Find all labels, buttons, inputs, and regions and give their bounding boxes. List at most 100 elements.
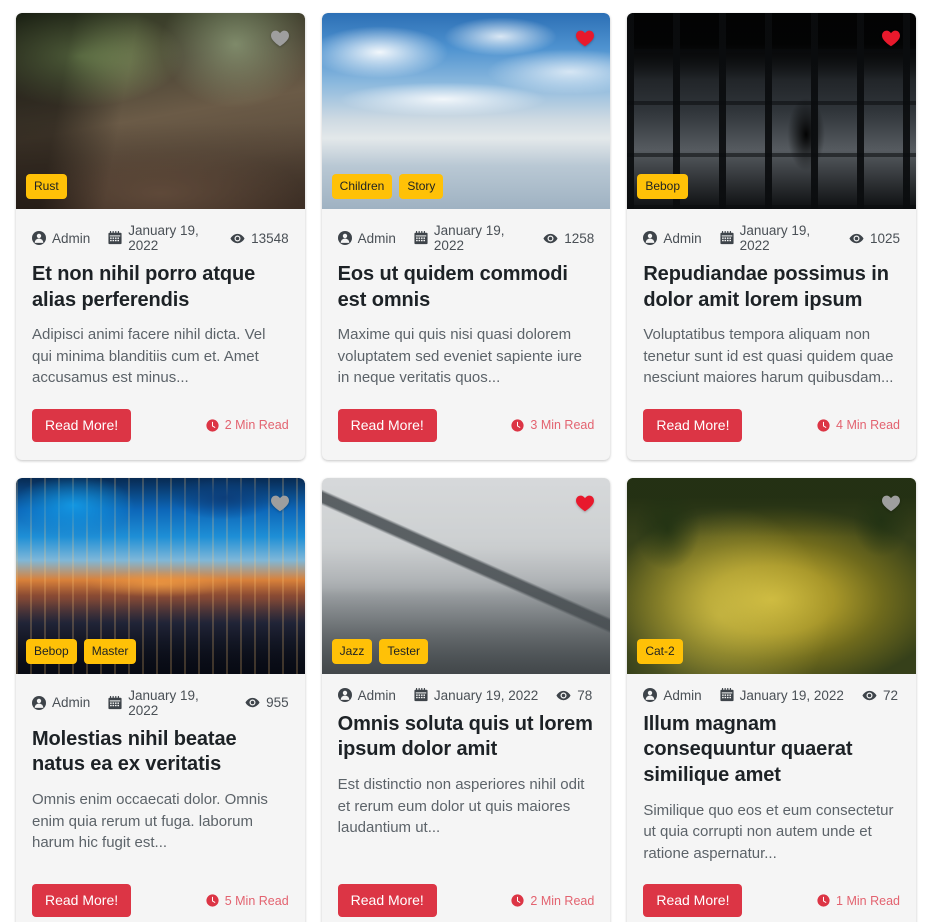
heart-icon[interactable] — [574, 27, 596, 49]
post-tag-list: Bebop Master — [26, 638, 137, 664]
calendar-icon — [720, 231, 734, 245]
post-tag[interactable]: Children — [331, 174, 393, 199]
post-read-time: 4 Min Read — [817, 418, 900, 432]
post-title[interactable]: Illum magnam consequuntur quaerat simili… — [643, 712, 900, 789]
post-footer: Read More! 2 Min Read — [322, 870, 611, 922]
read-more-button[interactable]: Read More! — [337, 408, 437, 442]
post-footer: Read More! 4 Min Read — [627, 395, 916, 460]
post-date-label: January 19, 2022 — [433, 687, 539, 703]
post-tag[interactable]: Story — [399, 174, 444, 199]
heart-icon[interactable] — [880, 27, 902, 49]
post-tag-list: Bebop — [637, 174, 689, 199]
post-views: 13548 — [230, 231, 289, 246]
heart-icon[interactable] — [269, 492, 291, 514]
post-date-label: January 19, 2022 — [739, 687, 844, 703]
post-excerpt: Maxime qui quis nisi quasi dolorem volup… — [337, 326, 582, 387]
post-footer: Read More! 3 Min Read — [322, 395, 611, 460]
post-meta: Admin January 19, 2022 72 — [643, 688, 900, 703]
post-date: January 19, 2022 — [414, 223, 525, 253]
post-body: Admin January 19, 2022 1258 Eos ut quide… — [322, 209, 611, 395]
calendar-icon — [108, 695, 122, 710]
post-thumbnail[interactable]: Cat-2 — [627, 477, 916, 674]
read-more-button[interactable]: Read More! — [32, 408, 132, 442]
post-title[interactable]: Molestias nihil beatae natus ea ex verit… — [32, 727, 289, 778]
post-card-3[interactable]: Bebop Admin January 19, 2022 1025 Repudi… — [627, 13, 916, 460]
post-footer: Read More! 2 Min Read — [16, 395, 305, 460]
read-more-button[interactable]: Read More! — [32, 883, 132, 918]
calendar-icon — [720, 688, 734, 702]
post-tag[interactable]: Bebop — [26, 638, 77, 664]
post-date-label: January 19, 2022 — [739, 223, 811, 253]
post-tag-list: Rust — [26, 174, 67, 199]
calendar-icon — [108, 231, 122, 245]
post-card-1[interactable]: Rust Admin January 19, 2022 13548 Et non… — [16, 13, 305, 460]
post-title[interactable]: Omnis soluta quis ut lorem ipsum dolor a… — [338, 712, 595, 763]
clock-icon — [206, 419, 219, 432]
post-meta: Admin January 19, 2022 1025 — [643, 223, 900, 253]
post-tag[interactable]: Cat-2 — [637, 638, 683, 664]
post-excerpt: Omnis enim occaecati dolor. Omnis enim q… — [32, 791, 268, 851]
post-read-time: 2 Min Read — [206, 418, 289, 432]
post-thumbnail[interactable]: Jazz Tester — [321, 477, 611, 674]
post-excerpt: Similique quo eos et eum consectetur ut … — [643, 801, 894, 862]
post-views-label: 78 — [577, 687, 593, 703]
heart-icon[interactable] — [269, 27, 291, 49]
clock-icon — [817, 894, 830, 907]
heart-icon[interactable] — [574, 492, 596, 514]
post-read-time-label: 3 Min Read — [530, 418, 595, 433]
post-card-4[interactable]: Bebop Master Admin January 19, 2022 955 M… — [16, 477, 305, 922]
post-title[interactable]: Et non nihil porro atque alias perferend… — [32, 262, 289, 313]
post-card-grid: Rust Admin January 19, 2022 13548 Et non… — [16, 13, 916, 922]
post-footer: Read More! 5 Min Read — [16, 870, 305, 922]
post-thumbnail[interactable]: Children Story — [321, 13, 611, 209]
user-circle-icon — [32, 231, 46, 245]
read-more-button[interactable]: Read More! — [643, 408, 743, 442]
eye-icon — [849, 231, 864, 246]
read-more-button[interactable]: Read More! — [337, 883, 437, 918]
post-thumbnail[interactable]: Bebop — [627, 13, 916, 209]
post-read-time: 5 Min Read — [206, 894, 289, 908]
post-body: Admin January 19, 2022 955 Molestias nih… — [16, 674, 305, 870]
post-date-label: January 19, 2022 — [433, 223, 505, 253]
post-read-time-label: 1 Min Read — [836, 893, 900, 908]
post-tag[interactable]: Jazz — [331, 638, 373, 664]
clock-icon — [511, 419, 524, 432]
post-meta: Admin January 19, 2022 1258 — [337, 223, 595, 253]
post-read-time-label: 5 Min Read — [224, 893, 289, 908]
post-author: Admin — [32, 695, 90, 710]
read-more-button[interactable]: Read More! — [643, 883, 743, 918]
post-author-label: Admin — [663, 687, 702, 703]
post-card-2[interactable]: Children Story Admin January 19, 2022 125… — [321, 13, 611, 460]
post-title[interactable]: Eos ut quidem commodi est omnis — [338, 262, 595, 313]
post-date-label: January 19, 2022 — [128, 687, 199, 718]
post-title[interactable]: Repudiandae possimus in dolor amit lorem… — [643, 262, 900, 313]
post-views: 72 — [862, 688, 898, 703]
post-read-time-label: 2 Min Read — [224, 418, 289, 433]
post-tag[interactable]: Master — [83, 638, 137, 664]
post-author: Admin — [643, 231, 702, 246]
post-tag-list: Children Story — [331, 174, 444, 199]
post-date: January 19, 2022 — [720, 688, 844, 703]
eye-icon — [543, 231, 558, 246]
post-tag[interactable]: Rust — [26, 174, 67, 199]
post-card-5[interactable]: Jazz Tester Admin January 19, 2022 78 Omn… — [321, 477, 611, 922]
post-tag[interactable]: Bebop — [637, 174, 689, 199]
clock-icon — [511, 894, 524, 907]
post-tag[interactable]: Tester — [379, 638, 429, 664]
post-date: January 19, 2022 — [108, 223, 212, 253]
post-date: January 19, 2022 — [720, 223, 831, 253]
post-excerpt: Adipisci animi facere nihil dicta. Vel q… — [32, 326, 266, 387]
post-views-label: 1258 — [564, 230, 595, 246]
post-body: Admin January 19, 2022 78 Omnis soluta q… — [322, 674, 611, 870]
post-views-label: 955 — [266, 695, 289, 711]
post-tag-list: Jazz Tester — [331, 638, 429, 664]
post-date: January 19, 2022 — [108, 688, 227, 718]
post-read-time: 1 Min Read — [817, 894, 900, 908]
heart-icon[interactable] — [880, 492, 902, 514]
post-footer: Read More! 1 Min Read — [627, 870, 916, 922]
post-meta: Admin January 19, 2022 13548 — [32, 223, 289, 253]
post-thumbnail[interactable]: Bebop Master — [16, 477, 305, 674]
user-circle-icon — [643, 688, 658, 703]
post-thumbnail[interactable]: Rust — [16, 13, 305, 209]
post-card-6[interactable]: Cat-2 Admin January 19, 2022 72 Illum ma… — [627, 477, 916, 922]
